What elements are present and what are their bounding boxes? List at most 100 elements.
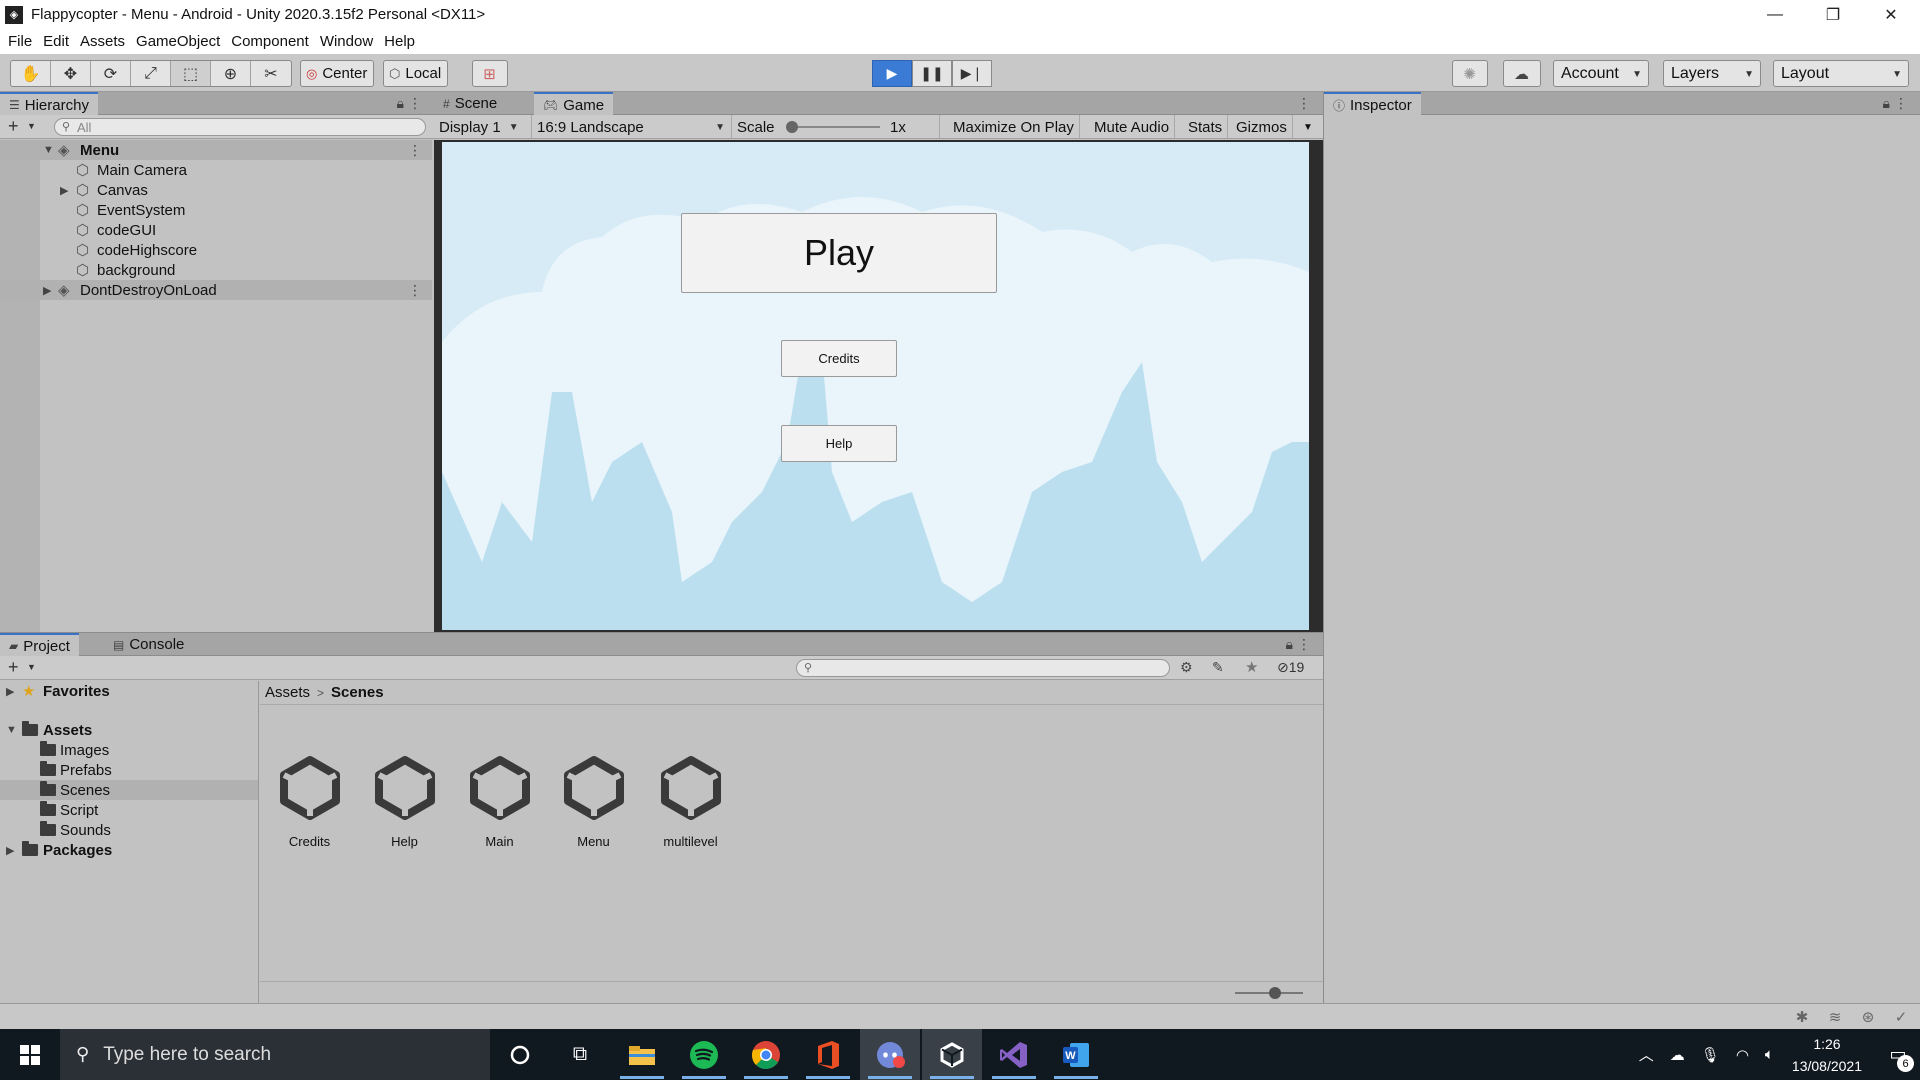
aspect-dropdown[interactable]: 16:9 Landscape ▼ xyxy=(532,115,732,139)
task-view-button[interactable]: ⧉ xyxy=(550,1029,610,1080)
layers-dropdown[interactable]: Layers ▼ xyxy=(1663,60,1761,87)
taskbar-word[interactable]: W xyxy=(1046,1029,1106,1080)
chevron-down-icon[interactable]: ▼ xyxy=(27,662,36,672)
folder-item[interactable]: Script xyxy=(0,800,258,820)
menu-gameobject[interactable]: GameObject xyxy=(136,33,220,50)
panel-menu-icon[interactable]: ⋮ xyxy=(1894,95,1908,112)
notification-center-button[interactable]: ▭ 6 xyxy=(1876,1029,1920,1080)
taskbar-spotify[interactable] xyxy=(674,1029,734,1080)
packages-node[interactable]: ▶ Packages xyxy=(0,840,258,860)
taskbar-chrome[interactable] xyxy=(736,1029,796,1080)
taskbar-visual-studio[interactable] xyxy=(984,1029,1044,1080)
rotate-tool-icon[interactable]: ⟳ xyxy=(91,61,131,86)
cloud-button[interactable]: ☁ xyxy=(1503,60,1541,87)
play-game-button[interactable]: Play xyxy=(681,213,997,293)
bug-icon[interactable]: ✱ xyxy=(1791,1008,1813,1026)
menu-edit[interactable]: Edit xyxy=(43,33,69,50)
scene-menu-icon[interactable]: ⋮ xyxy=(408,282,422,299)
scale-slider-knob[interactable] xyxy=(786,121,798,133)
panel-menu-icon[interactable]: ⋮ xyxy=(1297,636,1311,653)
taskbar-discord[interactable] xyxy=(860,1029,920,1080)
layout-dropdown[interactable]: Layout ▼ xyxy=(1773,60,1909,87)
profiler-icon[interactable]: ⊛ xyxy=(1857,1008,1879,1026)
icon-size-slider-knob[interactable] xyxy=(1269,987,1281,999)
menu-assets[interactable]: Assets xyxy=(80,33,125,50)
space-local-button[interactable]: ⬡ Local xyxy=(383,60,449,87)
microphone-icon[interactable]: 🎙︎ xyxy=(1701,1046,1720,1064)
taskbar-unity[interactable] xyxy=(922,1029,982,1080)
lock-icon[interactable]: 🔒︎ xyxy=(1286,636,1293,653)
hierarchy-search-input[interactable]: ⚲ All xyxy=(54,118,426,136)
transform-tool-icon[interactable]: ⊕ xyxy=(211,61,251,86)
wifi-icon[interactable]: ◠ xyxy=(1736,1046,1749,1064)
search-by-type-icon[interactable]: ⚙ xyxy=(1180,659,1193,676)
rect-tool-icon[interactable]: ⬚ xyxy=(171,61,211,86)
add-icon[interactable]: + xyxy=(8,116,19,137)
chevron-up-icon[interactable]: ︿ xyxy=(1639,1044,1654,1065)
move-tool-icon[interactable]: ✥ xyxy=(51,61,91,86)
hierarchy-item[interactable]: ⬡ background xyxy=(0,260,432,280)
scene-asset[interactable]: Credits xyxy=(262,756,357,849)
taskbar-search[interactable]: ⚲ Type here to search xyxy=(60,1029,490,1080)
scene-menu-icon[interactable]: ⋮ xyxy=(408,142,422,159)
scale-tool-icon[interactable]: ⤢ xyxy=(131,61,171,86)
expanded-arrow-icon[interactable]: ▼ xyxy=(6,724,17,736)
hierarchy-item[interactable]: ⬡ codeHighscore xyxy=(0,240,432,260)
onedrive-warning-icon[interactable]: ☁ xyxy=(1670,1046,1685,1064)
menu-file[interactable]: File xyxy=(8,33,32,50)
restore-button[interactable]: ❐ xyxy=(1804,0,1862,29)
collapsed-arrow-icon[interactable]: ▶ xyxy=(6,844,14,857)
taskbar-clock[interactable]: 1:26 13/08/2021 xyxy=(1792,1033,1862,1077)
hierarchy-item[interactable]: ⬡ codeGUI xyxy=(0,220,432,240)
tab-scene[interactable]: # Scene xyxy=(434,92,506,115)
project-search-input[interactable]: ⚲ xyxy=(796,659,1170,677)
hierarchy-item[interactable]: ⬡ Main Camera xyxy=(0,160,432,180)
hierarchy-scene-menu[interactable]: ▼ ◈ Menu ⋮ xyxy=(0,140,432,160)
gizmos-toggle[interactable]: Gizmos xyxy=(1231,115,1293,139)
panel-menu-icon[interactable]: ⋮ xyxy=(1297,95,1311,112)
folder-item[interactable]: Images xyxy=(0,740,258,760)
favorite-star-icon[interactable]: ★ xyxy=(1245,658,1258,676)
taskbar-office[interactable] xyxy=(798,1029,858,1080)
scene-asset[interactable]: Help xyxy=(357,756,452,849)
assets-node[interactable]: ▼ Assets xyxy=(0,720,258,740)
custom-tool-icon[interactable]: ✂ xyxy=(251,61,291,86)
folder-item[interactable]: Sounds xyxy=(0,820,258,840)
scene-asset[interactable]: Menu xyxy=(546,756,641,849)
hidden-packages-toggle[interactable]: ⊘19 xyxy=(1277,659,1304,676)
close-button[interactable]: ✕ xyxy=(1862,0,1920,29)
scale-slider-track[interactable] xyxy=(794,126,880,128)
breadcrumb-scenes[interactable]: Scenes xyxy=(331,684,384,701)
favorites-node[interactable]: ▶ ★ Favorites xyxy=(0,681,258,701)
step-button[interactable]: ▶❘ xyxy=(952,60,992,87)
menu-component[interactable]: Component xyxy=(231,33,309,50)
gizmos-dropdown[interactable]: ▼ xyxy=(1298,115,1318,139)
menu-window[interactable]: Window xyxy=(320,33,373,50)
layers-icon[interactable]: ≋ xyxy=(1824,1008,1846,1026)
collab-button[interactable]: ✺ xyxy=(1452,60,1488,87)
mute-audio-toggle[interactable]: Mute Audio xyxy=(1089,115,1176,139)
check-icon[interactable]: ✓ xyxy=(1890,1008,1912,1026)
expanded-arrow-icon[interactable]: ▼ xyxy=(43,144,54,156)
collapsed-arrow-icon[interactable]: ▶ xyxy=(43,284,51,297)
lock-icon[interactable]: 🔒︎ xyxy=(1883,95,1890,112)
play-button[interactable]: ▶ xyxy=(872,60,912,87)
pivot-center-button[interactable]: ◎ Center xyxy=(300,60,375,87)
tab-project[interactable]: ▰ Project xyxy=(0,633,79,657)
lock-icon[interactable]: 🔒︎ xyxy=(397,95,404,112)
search-by-label-icon[interactable]: ✎ xyxy=(1212,659,1224,676)
help-game-button[interactable]: Help xyxy=(781,425,897,462)
tab-hierarchy[interactable]: ☰ Hierarchy xyxy=(0,92,98,116)
taskbar-file-explorer[interactable] xyxy=(612,1029,672,1080)
volume-icon[interactable]: 🔈︎ xyxy=(1765,1046,1774,1063)
folder-item-selected[interactable]: Scenes xyxy=(0,780,258,800)
hierarchy-item[interactable]: ▶ ⬡ Canvas xyxy=(0,180,432,200)
tab-console[interactable]: ▤ Console xyxy=(104,633,193,656)
stats-toggle[interactable]: Stats xyxy=(1183,115,1229,139)
hierarchy-scene-dontdestroy[interactable]: ▶ ◈ DontDestroyOnLoad ⋮ xyxy=(0,280,432,300)
minimize-button[interactable]: — xyxy=(1746,0,1804,29)
panel-menu-icon[interactable]: ⋮ xyxy=(408,95,422,112)
snap-grid-button[interactable]: ⊞ xyxy=(472,60,508,87)
folder-item[interactable]: Prefabs xyxy=(0,760,258,780)
cortana-button[interactable] xyxy=(490,1029,550,1080)
